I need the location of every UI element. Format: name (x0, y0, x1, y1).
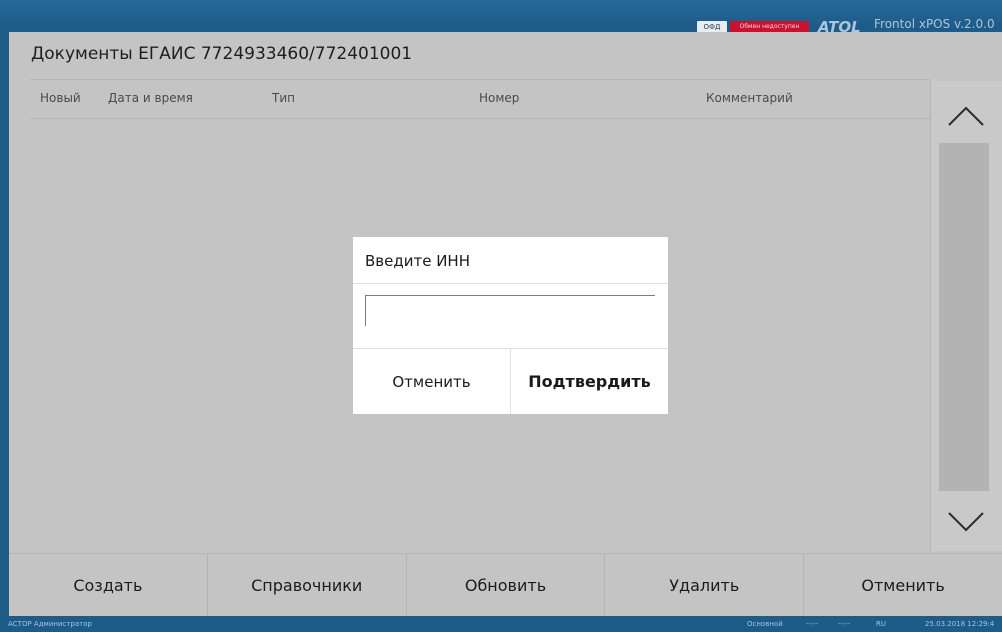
cancel-button[interactable]: Отменить (804, 554, 1002, 616)
dialog-cancel-button[interactable]: Отменить (353, 349, 510, 414)
refresh-button[interactable]: Обновить (406, 554, 606, 616)
time-indicator-1: --:-- (806, 620, 819, 628)
references-button[interactable]: Справочники (207, 554, 407, 616)
inn-input[interactable] (365, 295, 655, 326)
column-header-new[interactable]: Новый (40, 91, 81, 105)
action-bar: Создать Справочники Обновить Удалить Отм… (9, 553, 1002, 616)
create-button[interactable]: Создать (9, 554, 208, 616)
dialog-divider (353, 283, 668, 284)
column-header-type[interactable]: Тип (272, 91, 295, 105)
column-header-datetime[interactable]: Дата и время (108, 91, 193, 105)
top-status-bar: ОФД Обмен недоступен ATOL Frontol xPOS v… (0, 0, 1002, 36)
datetime: 25.03.2018 12:29:4 (925, 620, 995, 628)
time-indicator-2: --:-- (838, 620, 851, 628)
bottom-status-bar: АСТОР Администратор Основной --:-- --:--… (0, 616, 1002, 632)
chevron-up-icon (948, 106, 984, 126)
column-header-number[interactable]: Номер (479, 91, 519, 105)
mode-label: Основной (747, 620, 783, 628)
scroll-down-button[interactable] (930, 493, 1002, 549)
current-user: АСТОР Администратор (8, 620, 92, 628)
chevron-down-icon (948, 512, 984, 532)
dialog-title: Введите ИНН (365, 252, 470, 270)
scroll-up-button[interactable] (930, 88, 1002, 144)
language-indicator: RU (876, 620, 886, 628)
app-version: Frontol xPOS v.2.0.0 (874, 17, 995, 31)
page-title: Документы ЕГАИС 7724933460/772401001 (31, 44, 413, 64)
title-divider (30, 79, 930, 80)
dialog-confirm-button[interactable]: Подтвердить (511, 349, 668, 414)
delete-button[interactable]: Удалить (605, 554, 805, 616)
header-divider (30, 118, 930, 119)
scroll-track[interactable] (939, 143, 989, 491)
inn-dialog: Введите ИНН Отменить Подтвердить (353, 237, 668, 414)
column-header-comment[interactable]: Комментарий (706, 91, 793, 105)
